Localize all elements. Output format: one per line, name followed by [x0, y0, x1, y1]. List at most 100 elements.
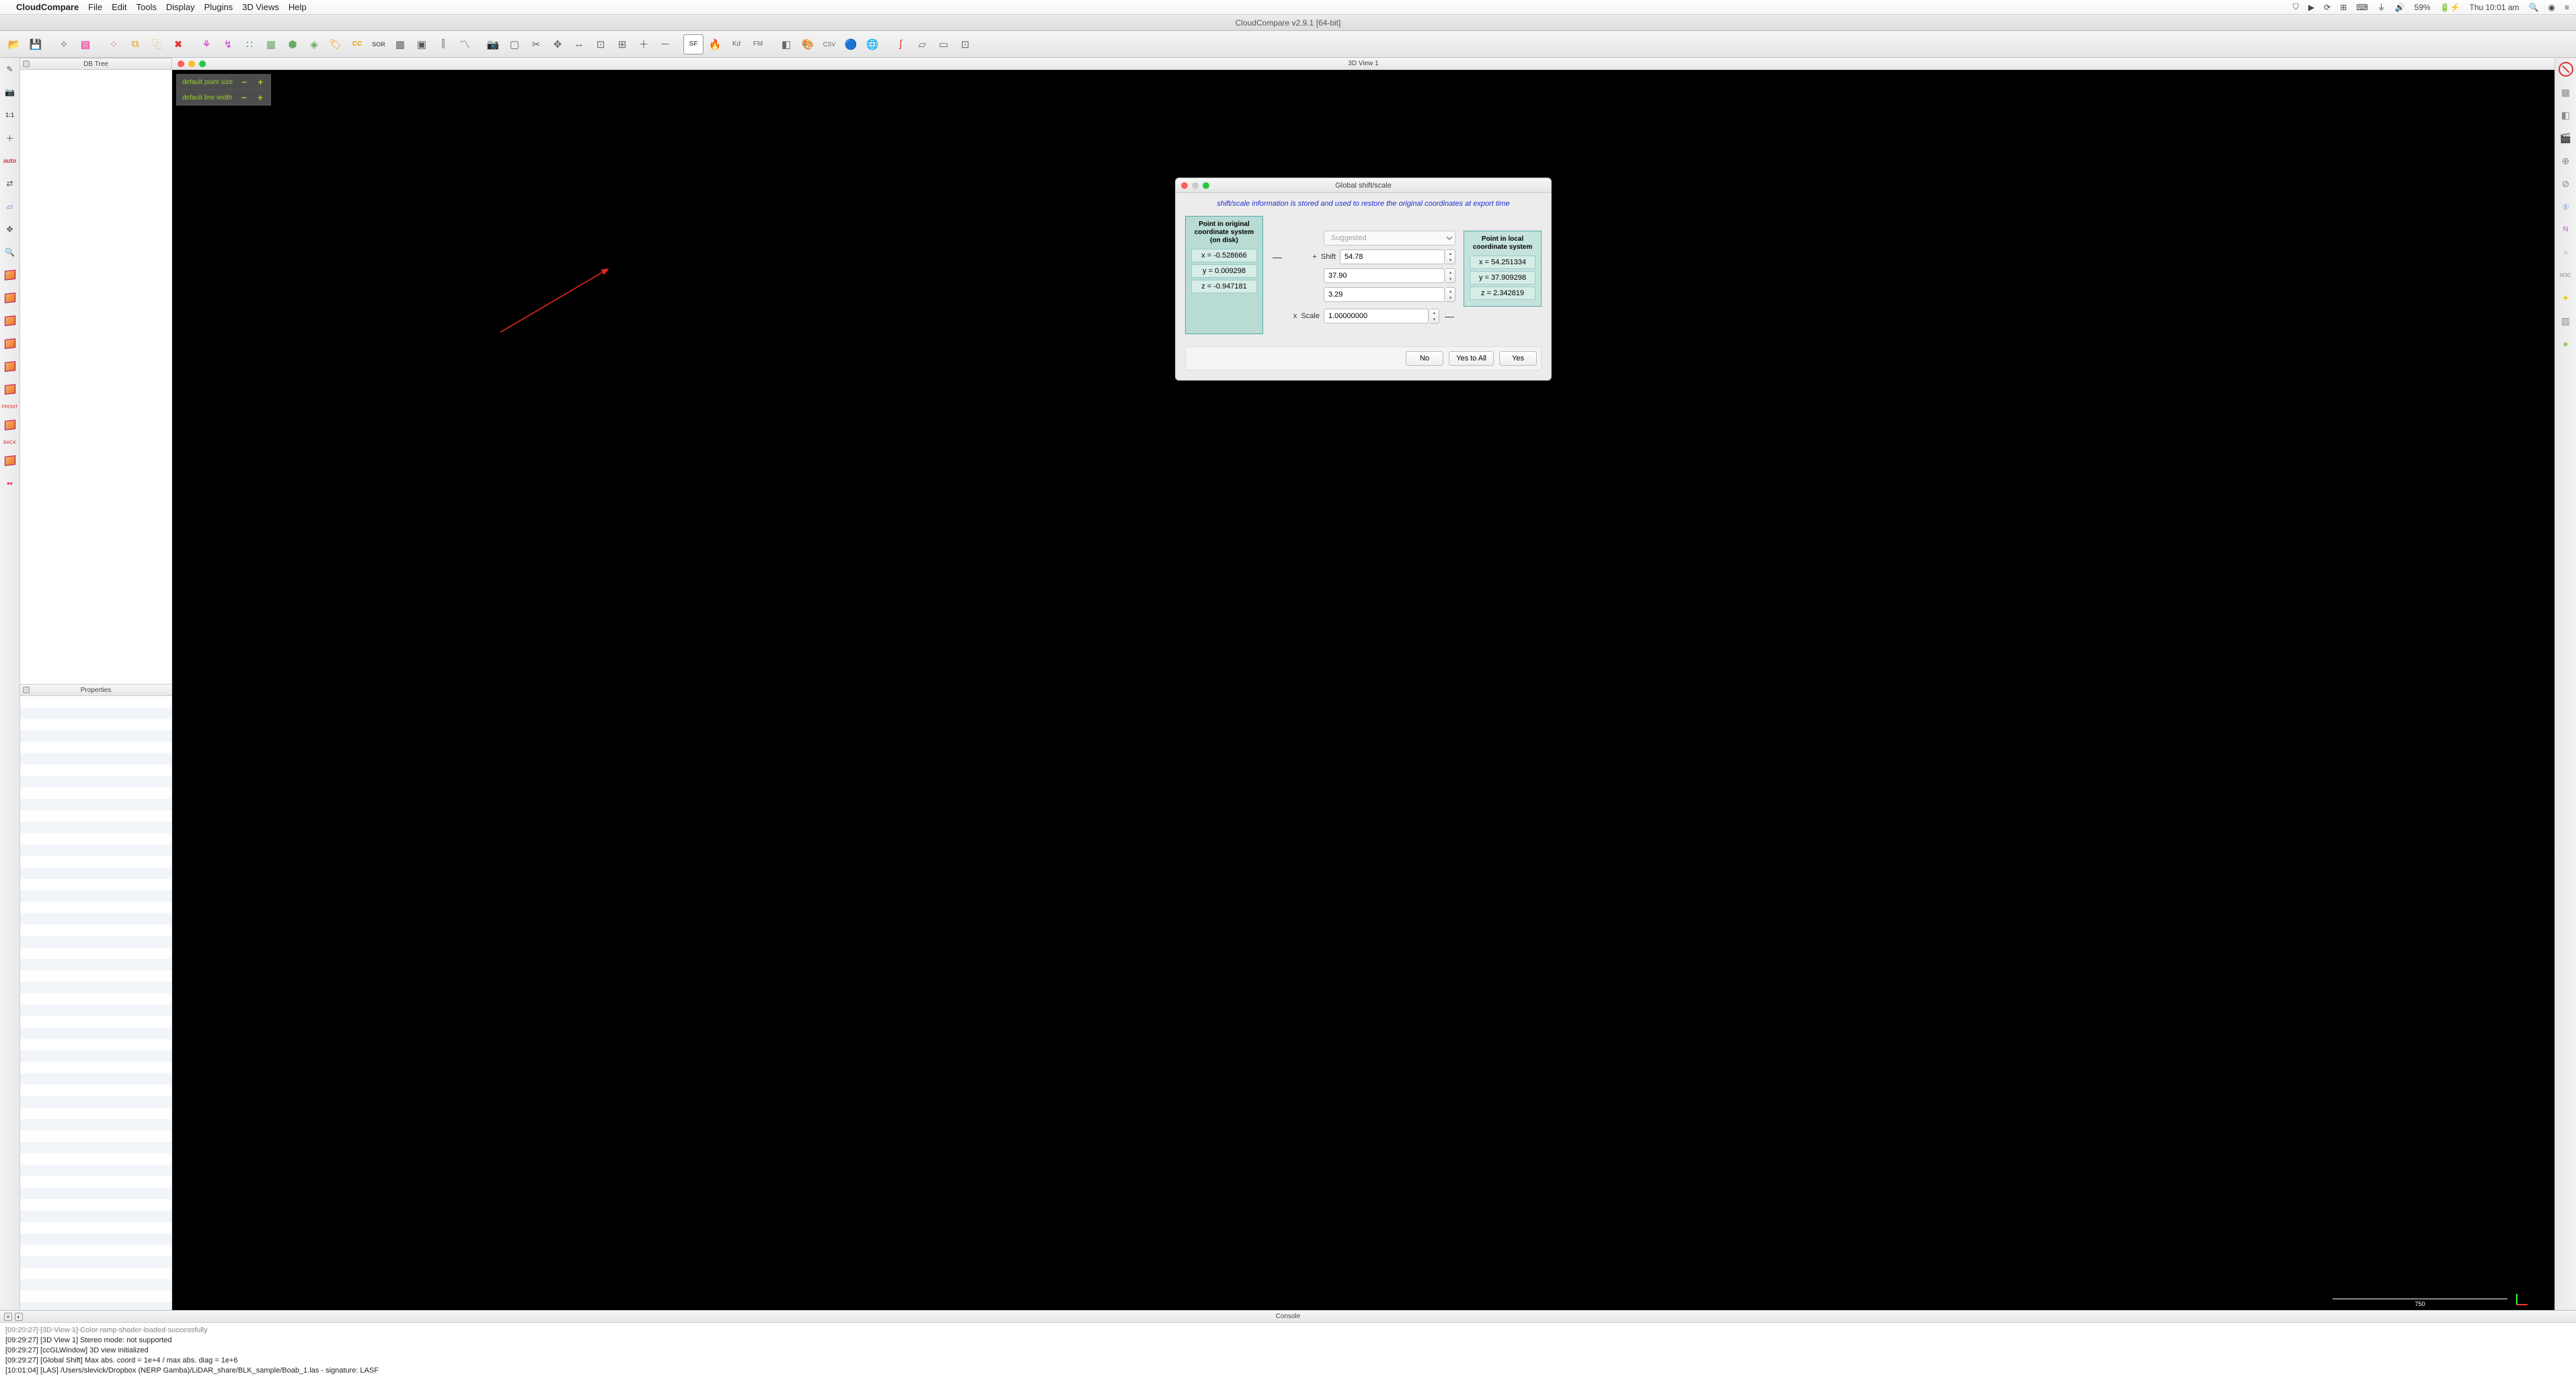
cc-icon[interactable]: CC [347, 34, 367, 54]
view-iso2-icon[interactable] [3, 418, 17, 432]
list-icon[interactable]: ▤ [75, 34, 96, 54]
r-tool-4-icon[interactable]: ⊕ [2559, 153, 2573, 168]
dbtree-panel[interactable] [20, 70, 172, 684]
volume-tool-icon[interactable]: ▭ [934, 34, 954, 54]
keyboard-icon[interactable]: ⌨ [2356, 3, 2367, 12]
csv-icon[interactable]: CSV [819, 34, 839, 54]
yes-to-all-button[interactable]: Yes to All [1449, 351, 1494, 366]
histogram-icon[interactable]: ⫿ [433, 34, 453, 54]
view-bottom-icon[interactable] [3, 359, 17, 374]
menu-display[interactable]: Display [166, 2, 195, 12]
register-icon[interactable]: ↯ [218, 34, 238, 54]
grid-tool-icon[interactable]: ⊞ [612, 34, 632, 54]
menu-tools[interactable]: Tools [137, 2, 157, 12]
primitive-icon[interactable]: ◈ [304, 34, 324, 54]
view-iso3-icon[interactable] [3, 453, 17, 468]
menu-plugins[interactable]: Plugins [204, 2, 233, 12]
colorwheel-icon[interactable]: 🔵 [841, 34, 861, 54]
r-tool-2-icon[interactable]: ◧ [2559, 108, 2573, 122]
perspective-icon[interactable]: ▱ [3, 199, 17, 214]
shift-mode-select[interactable]: Suggested [1324, 231, 1455, 245]
scale-input[interactable] [1324, 309, 1429, 323]
menu-file[interactable]: File [88, 2, 102, 12]
distance-icon[interactable]: ↔ [569, 34, 589, 54]
console-header-icons[interactable]: ×◐ [4, 1313, 23, 1321]
globe-icon[interactable]: 🌐 [862, 34, 882, 54]
scale-spinner[interactable]: ▴▾ [1430, 309, 1439, 323]
wifi-icon[interactable]: ⏚ [2378, 1, 2386, 13]
stats-icon[interactable]: 〽 [455, 34, 475, 54]
translate-icon[interactable]: ✥ [547, 34, 568, 54]
view-top-icon[interactable] [3, 268, 17, 282]
kd-icon[interactable]: Kd [726, 34, 747, 54]
surface-icon[interactable]: ▱ [912, 34, 932, 54]
delete-icon[interactable]: ✖ [168, 34, 188, 54]
menu-edit[interactable]: Edit [112, 2, 126, 12]
flickr-icon[interactable]: •• [3, 476, 17, 491]
r-tool-8-icon[interactable]: ▫ [2559, 245, 2573, 260]
no-button[interactable]: No [1406, 351, 1443, 366]
fm-icon[interactable]: FM [748, 34, 768, 54]
crop-icon[interactable]: ▢ [504, 34, 525, 54]
shift-y-spinner[interactable]: ▴▾ [1446, 268, 1455, 283]
shift-z-spinner[interactable]: ▴▾ [1446, 287, 1455, 302]
align-icon[interactable]: ⚘ [196, 34, 217, 54]
r-tool-n-icon[interactable]: N [2559, 222, 2573, 237]
battery-icon[interactable]: 🔋⚡ [2440, 3, 2460, 12]
camera-left-icon[interactable]: 📷 [3, 85, 17, 100]
magnify-icon[interactable]: 🔍 [3, 245, 17, 260]
palette-icon[interactable]: 🎨 [798, 34, 818, 54]
save-icon[interactable]: 💾 [26, 34, 46, 54]
sor-icon[interactable]: SOR [369, 34, 389, 54]
shield-icon[interactable]: ⛉ [2293, 2, 2299, 12]
one-to-one-button[interactable]: 1:1 [3, 108, 17, 122]
r-tool-star-icon[interactable]: ✦ [2559, 291, 2573, 305]
view3d-traffic-lights[interactable] [178, 61, 206, 67]
dialog-traffic-lights[interactable] [1181, 182, 1209, 189]
subsample-icon[interactable]: ∷ [239, 34, 260, 54]
menu-help[interactable]: Help [289, 2, 307, 12]
app-name[interactable]: CloudCompare [16, 2, 79, 12]
sf-icon[interactable]: SF [683, 34, 704, 54]
r-tool-movie-icon[interactable]: 🎬 [2559, 130, 2573, 145]
normals-icon[interactable]: ⬢ [282, 34, 303, 54]
volume-icon[interactable]: 🔊 [2395, 3, 2405, 12]
minus-icon[interactable]: － [655, 34, 675, 54]
view-iso1-icon[interactable] [3, 382, 17, 397]
notifications-icon[interactable]: ≡ [2565, 3, 2569, 12]
auto-button[interactable]: auto [3, 153, 17, 168]
pointsize-plus-button[interactable]: + [256, 77, 265, 87]
view-front-icon[interactable] [3, 291, 17, 305]
fit-icon[interactable]: ⊡ [591, 34, 611, 54]
plus-view-icon[interactable]: ＋ [3, 130, 17, 145]
gradient-icon[interactable]: ◧ [776, 34, 796, 54]
checkerboard-icon[interactable]: ▣ [412, 34, 432, 54]
box-tool-icon[interactable]: ⊡ [955, 34, 975, 54]
properties-close-icon[interactable] [23, 687, 30, 693]
plus-icon[interactable]: ＋ [634, 34, 654, 54]
clock[interactable]: Thu 10:01 am [2470, 3, 2520, 12]
properties-panel[interactable] [20, 696, 172, 1310]
linewidth-plus-button[interactable]: + [256, 92, 265, 103]
view-back-icon[interactable] [3, 336, 17, 351]
shift-x-input[interactable] [1340, 249, 1445, 264]
menu-3dviews[interactable]: 3D Views [242, 2, 279, 12]
yes-button[interactable]: Yes [1499, 351, 1537, 366]
battery-percent[interactable]: 59% [2415, 3, 2431, 12]
linewidth-minus-button[interactable]: − [239, 92, 249, 103]
arrows-icon[interactable]: ⇄ [3, 176, 17, 191]
r-tool-sphere-icon[interactable]: ● [2559, 336, 2573, 351]
r-tool-1-icon[interactable]: ▦ [2559, 85, 2573, 100]
pointsize-minus-button[interactable]: − [239, 77, 249, 87]
view-side-icon[interactable] [3, 313, 17, 328]
console-body[interactable]: [09:29:27] [3D View 1] Color ramp shader… [0, 1323, 2576, 1384]
spotlight-icon[interactable]: 🔍 [2529, 3, 2539, 12]
r-tool-m3c-icon[interactable]: M3C [2559, 268, 2573, 282]
pick-center-icon[interactable]: ✧ [54, 34, 74, 54]
r-tool-11-icon[interactable]: ▥ [2559, 313, 2573, 328]
curve-icon[interactable]: ∫ [891, 34, 911, 54]
disabled-icon[interactable] [2559, 62, 2573, 77]
siri-icon[interactable]: ◉ [2548, 3, 2555, 12]
r-tool-compass-icon[interactable]: ⊘ [2559, 176, 2573, 191]
shift-x-spinner[interactable]: ▴▾ [1446, 249, 1455, 264]
